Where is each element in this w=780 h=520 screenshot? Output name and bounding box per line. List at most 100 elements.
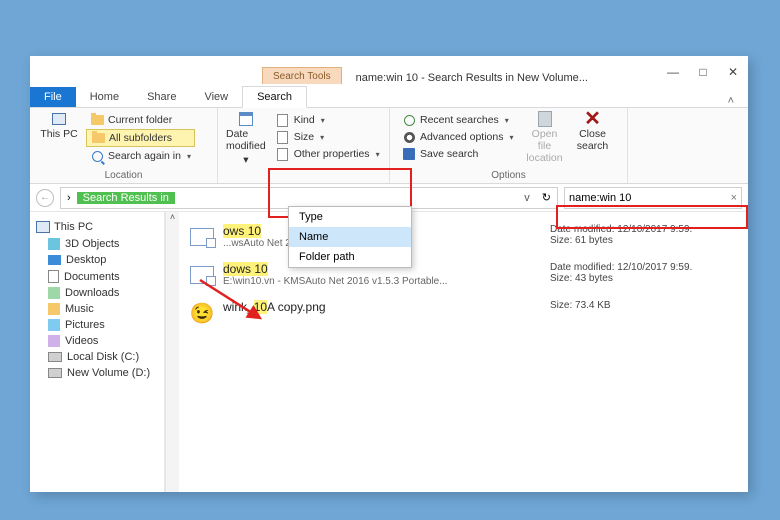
dropdown-item-type[interactable]: Type (289, 207, 411, 227)
recent-searches-button[interactable]: Recent searches▾ (398, 112, 518, 128)
scroll-up-icon: ˄ (170, 212, 175, 222)
monitor-icon (52, 112, 66, 126)
maximize-button[interactable]: □ (688, 60, 718, 84)
nav-downloads[interactable]: Downloads (32, 285, 162, 301)
ribbon: This PC Current folder All subfolders Se… (30, 108, 748, 184)
chevron-down-icon: ▾ (376, 150, 380, 159)
search-again-button[interactable]: Search again in▾ (86, 148, 195, 164)
result-path: E:\win10.vn - KMSAuto Net 2016 v1.5.3 Po… (223, 276, 542, 287)
current-folder-button[interactable]: Current folder (86, 112, 195, 128)
search-input[interactable]: name:win 10 × (564, 187, 742, 209)
save-icon (402, 147, 416, 161)
result-row[interactable]: ows 10 ...wsAuto Net 2016 v1.5.3 Portabl… (187, 218, 740, 256)
nav-3d-objects[interactable]: 3D Objects (32, 236, 162, 252)
document-icon (48, 270, 59, 283)
open-file-location-button: Open file location (524, 112, 566, 169)
other-properties-button[interactable]: Other properties▾ (272, 146, 384, 162)
result-name: wink_10A copy.png (223, 300, 542, 314)
nav-desktop[interactable]: Desktop (32, 252, 162, 268)
nav-videos[interactable]: Videos (32, 333, 162, 349)
page-icon (276, 130, 290, 144)
download-icon (48, 287, 60, 299)
dropdown-item-name[interactable]: Name (289, 227, 411, 247)
size-button[interactable]: Size▾ (272, 129, 384, 145)
open-location-icon (538, 112, 552, 126)
other-properties-dropdown: Type Name Folder path (288, 206, 412, 268)
nav-local-disk-c[interactable]: Local Disk (C:) (32, 349, 162, 365)
nav-music[interactable]: Music (32, 301, 162, 317)
close-search-button[interactable]: ✕ Close search (572, 112, 614, 169)
titlebar: Search Tools name:win 10 - Search Result… (30, 56, 748, 84)
result-date: Date modified: 12/10/2017 9:59. (550, 224, 738, 235)
close-icon: ✕ (584, 112, 601, 126)
result-row[interactable]: 😉 wink_10A copy.png Size: 73.4 KB (187, 294, 740, 332)
clock-icon (402, 113, 416, 127)
group-label-options: Options (398, 169, 619, 181)
drive-icon (48, 352, 62, 362)
advanced-options-button[interactable]: Advanced options▾ (398, 129, 518, 145)
nav-pictures[interactable]: Pictures (32, 317, 162, 333)
this-pc-label: This PC (40, 128, 77, 140)
calendar-icon (239, 112, 253, 126)
this-pc-button[interactable]: This PC (38, 112, 80, 169)
explorer-window: Search Tools name:win 10 - Search Result… (30, 56, 748, 492)
nav-this-pc[interactable]: This PC (32, 218, 162, 236)
minimize-button[interactable]: — (658, 60, 688, 84)
desktop-icon (48, 255, 61, 265)
shortcut-icon (189, 224, 215, 250)
gear-icon (402, 130, 416, 144)
shortcut-icon (189, 262, 215, 288)
result-size: Size: 61 bytes (550, 235, 738, 246)
nav-documents[interactable]: Documents (32, 268, 162, 285)
search-icon (90, 149, 104, 163)
pictures-icon (48, 319, 60, 331)
result-row[interactable]: dows 10 E:\win10.vn - KMSAuto Net 2016 v… (187, 256, 740, 294)
chevron-down-icon: ▾ (509, 133, 513, 142)
image-icon: 😉 (189, 300, 215, 326)
tab-search[interactable]: Search (242, 86, 307, 108)
group-label-location: Location (38, 169, 209, 181)
navigation-pane: This PC 3D Objects Desktop Documents Dow… (30, 212, 165, 492)
ribbon-tabs: File Home Share View Search ˄ (30, 84, 748, 108)
page-icon (276, 147, 290, 161)
pc-icon (36, 220, 50, 234)
breadcrumb-segment[interactable]: Search Results in (77, 192, 175, 204)
search-query: name:win 10 (569, 192, 631, 204)
tab-home[interactable]: Home (76, 87, 133, 107)
result-size: Size: 43 bytes (550, 273, 738, 284)
file-tab[interactable]: File (30, 87, 76, 107)
folder-icon (91, 131, 105, 145)
chevron-down-icon: ▾ (320, 133, 324, 142)
results-pane: ows 10 ...wsAuto Net 2016 v1.5.3 Portabl… (179, 212, 748, 492)
folder-icon (90, 113, 104, 127)
chevron-down-icon: ▾ (505, 116, 509, 125)
tab-view[interactable]: View (190, 87, 242, 107)
kind-button[interactable]: Kind▾ (272, 112, 384, 128)
breadcrumb-chevron[interactable]: › (61, 192, 77, 204)
clear-search-button[interactable]: × (731, 192, 737, 204)
drive-icon (48, 368, 62, 378)
cube-icon (48, 238, 60, 250)
nav-back-button[interactable]: ← (36, 189, 54, 207)
nav-scrollbar[interactable]: ˄ (165, 212, 179, 492)
close-window-button[interactable]: ✕ (718, 60, 748, 84)
music-icon (48, 303, 60, 315)
refresh-button[interactable]: ↻ (536, 191, 557, 204)
save-search-button[interactable]: Save search (398, 146, 518, 162)
nav-new-volume-d[interactable]: New Volume (D:) (32, 365, 162, 381)
window-title: name:win 10 - Search Results in New Volu… (342, 72, 658, 84)
date-modified-button[interactable]: Date modified ▾ (226, 112, 266, 169)
all-subfolders-button[interactable]: All subfolders (86, 129, 195, 147)
tab-share[interactable]: Share (133, 87, 190, 107)
chevron-down-icon: ▾ (321, 116, 325, 125)
dropdown-item-folder-path[interactable]: Folder path (289, 247, 411, 267)
videos-icon (48, 335, 60, 347)
result-date: Date modified: 12/10/2017 9:59. (550, 262, 738, 273)
chevron-down-icon: ▾ (187, 152, 191, 161)
result-size: Size: 73.4 KB (550, 300, 738, 311)
contextual-tab-label: Search Tools (262, 67, 342, 84)
address-dropdown[interactable]: v (518, 192, 536, 204)
page-icon (276, 113, 290, 127)
chevron-down-icon: ▾ (243, 154, 248, 166)
ribbon-collapse-button[interactable]: ˄ (714, 95, 748, 107)
